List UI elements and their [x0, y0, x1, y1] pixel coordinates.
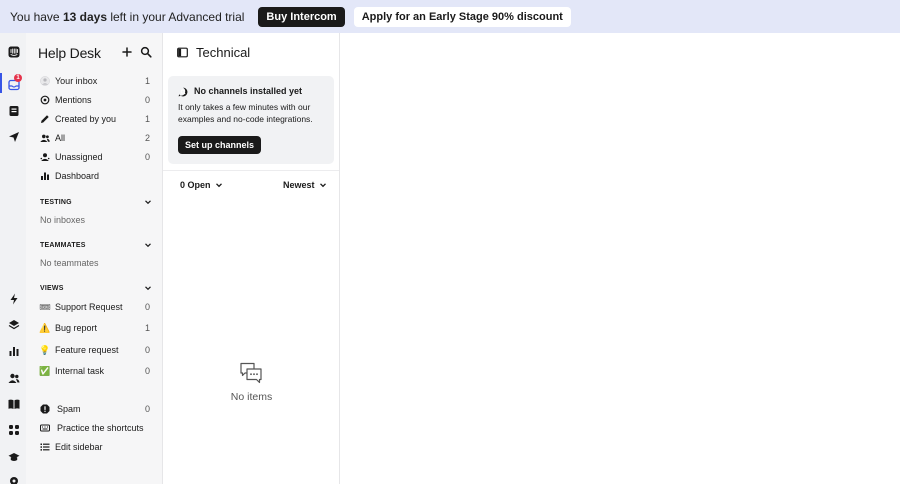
keyboard-icon — [40, 423, 50, 433]
view-item-feature-request[interactable]: 💡 Feature request 0 — [39, 342, 150, 358]
bar-chart-icon — [40, 171, 50, 181]
layers-icon[interactable] — [7, 318, 20, 331]
chevron-down-icon — [215, 183, 222, 188]
app-nav-rail: 1 — [0, 33, 26, 484]
chevron-down-icon[interactable] — [144, 284, 152, 292]
section-testing[interactable]: TESTING — [40, 196, 152, 208]
sort-dropdown[interactable]: Newest — [283, 179, 327, 191]
conversation-list: Technical No channels installed yet It o… — [163, 33, 340, 484]
active-nav-indicator — [0, 73, 2, 93]
send-icon[interactable] — [7, 130, 20, 143]
early-stage-discount-button[interactable]: Apply for an Early Stage 90% discount — [353, 6, 571, 27]
knowledge-book-icon[interactable] — [7, 397, 20, 410]
lightbulb-icon: 💡 — [39, 344, 51, 355]
chevron-down-icon[interactable] — [144, 241, 152, 249]
sidebar-title: Help Desk — [38, 45, 101, 61]
ticket-icon: 🎟 — [39, 301, 51, 312]
check-box-icon: ✅ — [39, 365, 51, 376]
sidebar-item-dashboard[interactable]: Dashboard — [40, 168, 150, 184]
contacts-book-icon[interactable] — [7, 104, 20, 117]
spam-icon — [40, 404, 50, 414]
warning-icon: ⚠️ — [39, 322, 51, 333]
people-icon[interactable] — [7, 371, 20, 384]
list-icon — [40, 442, 50, 452]
trial-banner: You have 13 days left in your Advanced t… — [0, 0, 900, 33]
conversation-detail-pane — [340, 33, 900, 484]
unassigned-icon — [40, 152, 50, 162]
search-icon[interactable] — [140, 46, 152, 58]
apps-grid-icon[interactable] — [7, 423, 20, 436]
inbox-title: Technical — [196, 45, 251, 60]
section-teammates[interactable]: TEAMMATES — [40, 239, 152, 251]
at-icon — [40, 95, 50, 105]
chevron-down-icon[interactable] — [144, 198, 152, 206]
avatar-icon — [40, 76, 50, 86]
intercom-logo-icon[interactable] — [7, 45, 20, 58]
testing-empty-text: No inboxes — [40, 215, 86, 225]
sidebar-item-mentions[interactable]: Mentions 0 — [40, 92, 150, 108]
chat-search-icon — [178, 87, 188, 97]
empty-conversations-icon — [240, 362, 262, 384]
channels-setup-card: No channels installed yet It only takes … — [168, 76, 334, 164]
status-filter-dropdown[interactable]: 0 Open — [180, 179, 223, 191]
buy-intercom-button[interactable]: Buy Intercom — [258, 6, 345, 27]
graduation-cap-icon[interactable] — [7, 450, 20, 463]
people-icon — [40, 133, 50, 143]
settings-icon[interactable] — [7, 474, 20, 484]
sidebar-item-all[interactable]: All 2 — [40, 130, 150, 146]
chevron-down-icon — [319, 183, 326, 188]
trial-days: 13 days — [62, 9, 107, 24]
sidebar-toggle-icon[interactable] — [177, 47, 188, 58]
card-title: No channels installed yet — [194, 86, 303, 96]
sidebar-item-created-by-you[interactable]: Created by you 1 — [40, 111, 150, 127]
divider — [163, 170, 339, 171]
view-item-bug-report[interactable]: ⚠️ Bug report 1 — [39, 320, 150, 336]
pencil-icon — [40, 114, 50, 124]
help-desk-sidebar: Help Desk Your inbox 1 Mentions 0 Create… — [26, 33, 163, 484]
sidebar-item-unassigned[interactable]: Unassigned 0 — [40, 149, 150, 165]
plus-icon[interactable] — [121, 46, 133, 58]
bolt-icon[interactable] — [7, 292, 20, 305]
sidebar-item-spam[interactable]: Spam 0 — [40, 401, 150, 417]
reports-icon[interactable] — [7, 344, 20, 357]
inbox-unread-badge: 1 — [14, 74, 22, 82]
view-item-internal-task[interactable]: ✅ Internal task 0 — [39, 363, 150, 379]
trial-banner-text: You have 13 days left in your Advanced t… — [10, 9, 245, 24]
set-up-channels-button[interactable]: Set up channels — [178, 136, 262, 154]
empty-state-text: No items — [230, 391, 273, 403]
sidebar-item-practice-shortcuts[interactable]: Practice the shortcuts — [40, 420, 150, 436]
sidebar-item-edit-sidebar[interactable]: Edit sidebar — [40, 439, 150, 455]
section-views[interactable]: VIEWS — [40, 282, 152, 294]
view-item-support-request[interactable]: 🎟 Support Request 0 — [39, 299, 150, 315]
card-description: It only takes a few minutes with our exa… — [178, 102, 313, 124]
teammates-empty-text: No teammates — [40, 258, 99, 268]
sidebar-item-your-inbox[interactable]: Your inbox 1 — [40, 73, 150, 89]
